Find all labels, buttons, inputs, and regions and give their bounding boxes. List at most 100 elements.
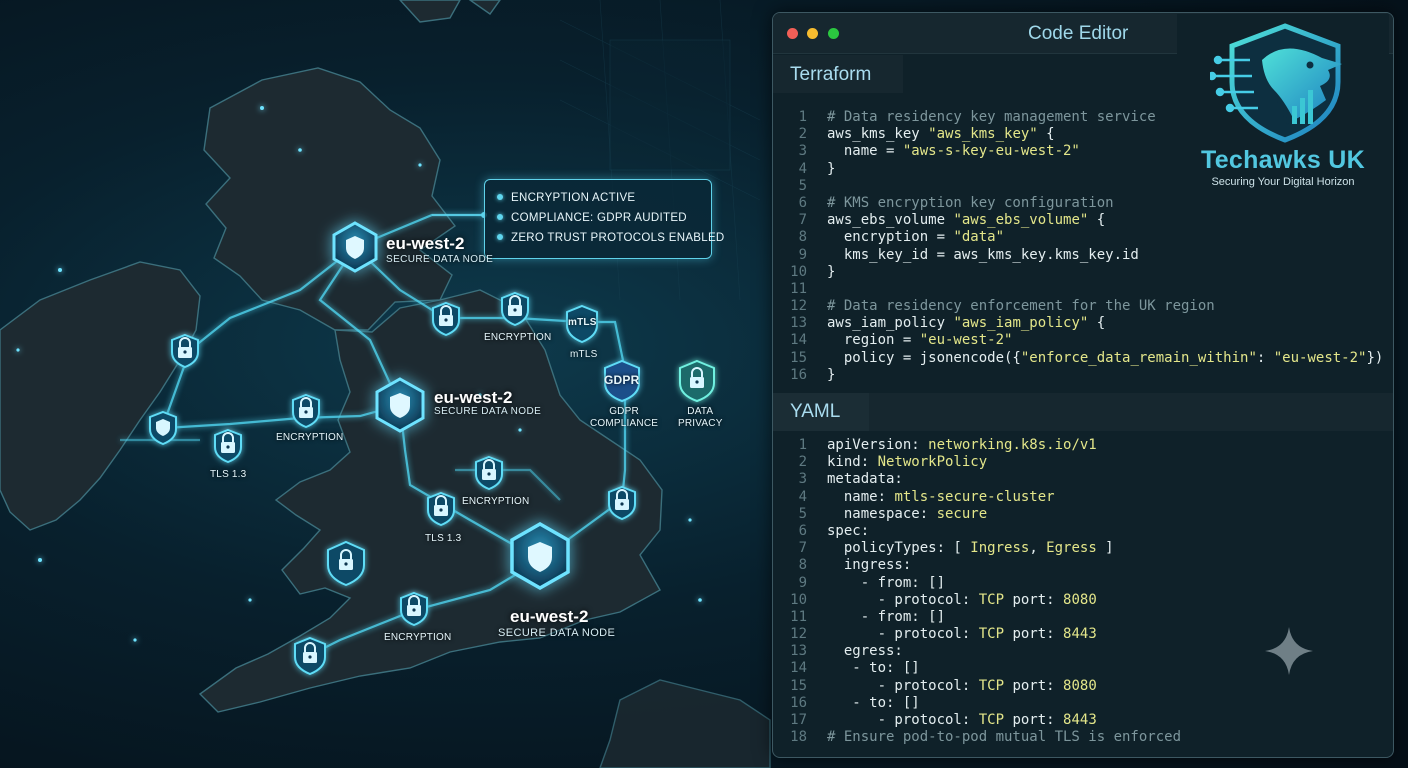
line-number: 14 [790, 332, 807, 349]
line-number: 10 [790, 263, 807, 280]
code-token: , [1029, 540, 1047, 557]
code-token: - to: [] [827, 660, 920, 677]
code-token: "eu-west-2" [919, 332, 1013, 349]
code-token: mtls-secure-cluster [894, 488, 1055, 505]
code-token: NetworkPolicy [877, 454, 988, 471]
tab-terraform[interactable]: Terraform [790, 64, 872, 86]
line-number: 8 [798, 229, 807, 246]
tls-label: TLS 1.3 [210, 469, 247, 480]
code-token: aws_iam_policy [827, 315, 954, 332]
status-item: ZERO TRUST PROTOCOLS ENABLED [497, 232, 725, 244]
status-dot [497, 194, 503, 200]
close-window-button[interactable] [787, 28, 798, 39]
code-token: "aws_iam_policy" [953, 315, 1089, 332]
code-token: 8080 [1063, 591, 1097, 608]
code-token: TCP [978, 677, 1005, 694]
encryption-label: ENCRYPTION [484, 332, 552, 343]
code-token: name = [827, 143, 903, 160]
line-number: 1 [798, 109, 807, 125]
code-token: metadata: [827, 471, 903, 488]
code-token: # KMS encryption key configuration [827, 194, 1114, 211]
line-number: 4 [798, 160, 807, 177]
code-line: 18 # Ensure pod-to-pod mutual TLS is enfo… [773, 729, 1181, 746]
brand-tagline: Securing Your Digital Horizon [1211, 176, 1355, 188]
line-number: 14 [790, 660, 807, 677]
hawk-logo-icon [1210, 23, 1342, 143]
code-line: 14 region = "eu-west-2" [773, 332, 1383, 349]
code-token: TCP [978, 591, 1005, 608]
secure-node-1[interactable] [332, 221, 378, 273]
code-line: 5 namespace: secure [773, 506, 1181, 523]
secure-node-3[interactable] [510, 521, 570, 591]
code-token: "data" [953, 229, 1005, 246]
code-token: - protocol: [827, 712, 979, 728]
status-item: ENCRYPTION ACTIVE [497, 192, 635, 204]
node-title: eu-west-2 [510, 607, 589, 626]
line-number: 16 [790, 694, 807, 711]
code-token: aws_ebs_volume [827, 212, 954, 229]
code-token: region = [827, 332, 920, 349]
code-line: 1 apiVersion: networking.k8s.io/v1 [773, 437, 1181, 454]
code-token: { [1088, 315, 1106, 332]
code-line: 15 policy = jsonencode({"enforce_data_re… [773, 350, 1383, 367]
node-subtitle: SECURE DATA NODE [434, 406, 542, 417]
line-number: 12 [790, 626, 807, 643]
code-line: 10} [773, 264, 1383, 281]
code-token: ] [1096, 540, 1114, 557]
code-token: - from: [] [827, 608, 946, 625]
code-line: 7 policyTypes: [ Ingress, Egress ] [773, 540, 1181, 557]
secure-node-2[interactable] [375, 377, 425, 433]
code-token: - from: [] [827, 574, 946, 591]
code-token: kind: [827, 454, 878, 471]
code-token: }) [1366, 349, 1384, 366]
line-number: 18 [790, 729, 807, 746]
code-token: } [827, 366, 836, 383]
status-panel: ENCRYPTION ACTIVE COMPLIANCE: GDPR AUDIT… [484, 179, 724, 259]
code-token: 8080 [1063, 677, 1097, 694]
data-privacy-label: DATA PRIVACY [678, 406, 723, 429]
line-number: 6 [798, 522, 807, 539]
code-token: "aws_kms_key" [928, 126, 1038, 143]
line-number: 5 [798, 505, 807, 522]
code-token: name: [827, 488, 895, 505]
mtls-badge-text: mTLS [568, 317, 597, 328]
maximize-window-button[interactable] [828, 28, 839, 39]
code-token: # Ensure pod-to-pod mutual TLS is enforc… [827, 729, 1182, 746]
line-number: 15 [790, 677, 807, 694]
sparkle-icon [1265, 627, 1313, 675]
code-token: namespace: [827, 505, 937, 522]
line-number: 10 [790, 591, 807, 608]
code-line: 3 metadata: [773, 471, 1181, 488]
code-line: 11 [773, 281, 1383, 298]
line-number: 13 [790, 315, 807, 332]
line-number: 5 [798, 177, 807, 194]
code-line: 13 aws_iam_policy "aws_iam_policy" { [773, 315, 1383, 332]
code-token: networking.k8s.io/v1 [928, 437, 1097, 453]
line-number: 9 [798, 246, 807, 263]
yaml-code-block[interactable]: 1 apiVersion: networking.k8s.io/v1 2 kind: … [773, 437, 1181, 746]
code-line: 10 - protocol: TCP port: 8080 [773, 592, 1181, 609]
code-token: aws_kms_key [827, 126, 929, 143]
code-line: 6 spec: [773, 523, 1181, 540]
code-token: - protocol: [827, 677, 979, 694]
line-number: 4 [798, 488, 807, 505]
mtls-label: mTLS [570, 349, 598, 360]
node-subtitle: SECURE DATA NODE [386, 254, 494, 265]
line-number: 16 [790, 366, 807, 383]
code-token: - to: [] [827, 694, 920, 711]
code-line: 9 - from: [] [773, 575, 1181, 592]
code-token: port: [1004, 626, 1064, 643]
code-token: "aws-s-key-eu-west-2" [902, 143, 1080, 160]
node-subtitle: SECURE DATA NODE [498, 627, 616, 639]
code-token: policyTypes: [ [827, 540, 971, 557]
node-title: eu-west-2 [386, 234, 465, 253]
tab-yaml[interactable]: YAML [790, 401, 840, 423]
minimize-window-button[interactable] [807, 28, 818, 39]
status-dot [497, 214, 503, 220]
code-token: } [827, 263, 836, 280]
code-token: TCP [978, 712, 1005, 728]
status-dot [497, 234, 503, 240]
code-token: { [1037, 126, 1055, 143]
encryption-label: ENCRYPTION [276, 432, 344, 443]
code-token: "enforce_data_remain_within" [1020, 349, 1257, 366]
